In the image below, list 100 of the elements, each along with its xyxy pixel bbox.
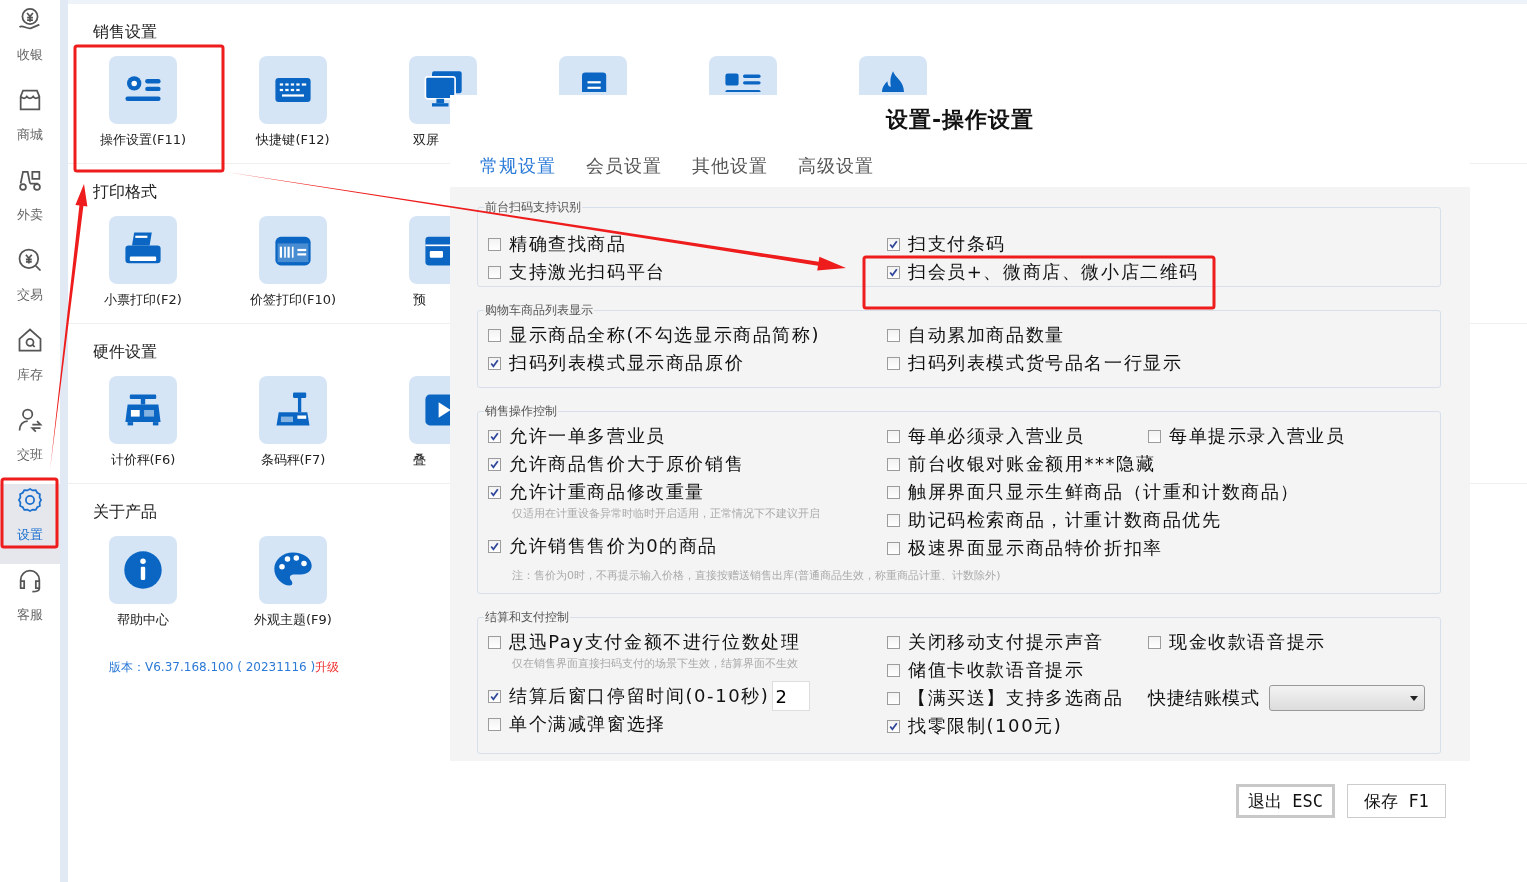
checkbox[interactable] [887,457,900,471]
group-legend: 购物车商品列表显示 [484,302,594,319]
option-label[interactable]: 前台收银对账金额用***隐藏 [908,452,1156,476]
tab[interactable]: 其他设置 [692,153,768,179]
option-label[interactable]: 【满买送】支持多选商品 [908,686,1124,710]
checkbox[interactable] [887,541,900,555]
field-label: 快捷结账模式 [1148,686,1259,710]
option-label[interactable]: 允许一单多营业员 [509,424,666,448]
tile-background[interactable] [109,536,177,604]
option-label[interactable]: 关闭移动支付提示声音 [908,630,1104,654]
input-field[interactable]: 2 [771,681,810,711]
option-label[interactable]: 触屏界面只显示生鲜商品（计重和计数商品） [908,480,1300,504]
option-label[interactable]: 扫会员+、微商店、微小店二维码 [908,260,1200,284]
nav-item[interactable]: 库存 [0,324,60,404]
caret-icon [1410,695,1418,701]
tile-label[interactable]: 价签打印(F10) [249,291,337,309]
checkbox[interactable] [887,485,900,499]
tile-label[interactable]: 快捷键(F12) [256,131,330,149]
dialog-title: 设置-操作设置 [884,106,1036,134]
tab[interactable]: 常规设置 [480,153,556,179]
option-label[interactable]: 每单提示录入营业员 [1169,424,1346,448]
tile-label[interactable]: 小票打印(F2) [104,291,182,309]
tile-label[interactable]: 操作设置(F11) [99,131,187,149]
tile-background[interactable] [259,216,327,284]
dropdown-field[interactable] [1269,685,1425,711]
tile-background[interactable] [109,376,177,444]
checkbox[interactable] [887,663,900,677]
checkbox[interactable] [887,635,900,649]
checkbox[interactable] [488,539,501,553]
yen-search-icon [16,246,44,274]
option-label[interactable]: 现金收款语音提示 [1169,630,1326,654]
tile-label[interactable]: 外观主题(F9) [254,611,332,629]
checkbox[interactable] [887,513,900,527]
option-label[interactable]: 极速界面显示商品特价折扣率 [908,536,1163,560]
option-label[interactable]: 支持激光扫码平台 [509,260,666,284]
checkbox[interactable] [488,485,501,499]
checkbox[interactable] [488,356,501,370]
checkbox[interactable] [488,237,501,251]
checkbox[interactable] [887,265,900,279]
checkbox[interactable] [887,719,900,733]
tile-background[interactable] [109,216,177,284]
checkbox[interactable] [887,237,900,251]
tile-label[interactable]: 预 [413,291,426,309]
checkbox[interactable] [488,689,501,703]
nav-item[interactable]: 商城 [0,84,60,164]
group-legend: 结算和支付控制 [484,609,570,626]
nav-item[interactable]: 客服 [0,564,60,644]
option-label[interactable]: 每单必须录入营业员 [908,424,1085,448]
upgrade-link[interactable]: 升级 [315,660,340,674]
tile-background[interactable] [109,56,177,124]
tab[interactable]: 会员设置 [586,153,662,179]
checkbox[interactable] [488,717,501,731]
tile-label[interactable]: 帮助中心 [117,611,169,629]
nav-item[interactable]: 外卖 [0,164,60,244]
option-label[interactable]: 扫码列表模式显示商品原价 [509,351,745,375]
checkbox[interactable] [887,356,900,370]
option-label[interactable]: 储值卡收款语音提示 [908,658,1085,682]
option-label[interactable]: 允许计重商品修改重量 [509,480,705,504]
checkbox[interactable] [488,265,501,279]
group-legend: 前台扫码支持识别 [484,199,582,216]
dialog-button[interactable]: 退出 ESC [1236,784,1335,818]
checkbox[interactable] [488,457,501,471]
tile-background[interactable] [259,536,327,604]
option-label[interactable]: 允许商品售价大于原价销售 [509,452,745,476]
tile-label[interactable]: 条码秤(F7) [260,451,326,469]
nav-item[interactable]: 收银 [0,4,60,84]
checkbox[interactable] [488,429,501,443]
tile-label[interactable]: 双屏 [413,131,439,149]
option-label[interactable]: 找零限制(100元) [908,714,1063,738]
checkbox[interactable] [887,691,900,705]
checkbox[interactable] [1148,429,1161,443]
checkbox[interactable] [488,328,501,342]
dialog-button[interactable]: 保存 F1 [1347,784,1446,818]
option-label[interactable]: 允许销售售价为0的商品 [509,534,719,558]
tile-label[interactable]: 计价秤(F6) [110,451,176,469]
option-label[interactable]: 自动累加商品数量 [908,323,1065,347]
option-label[interactable]: 扫支付条码 [908,232,1006,256]
hint-text: 仅在销售界面直接扫码支付的场景下生效，结算界面不生效 [511,656,799,672]
nav-item[interactable]: 交易 [0,244,60,324]
option-label[interactable]: 单个满减弹窗选择 [509,712,666,736]
house-search-icon [16,326,44,354]
tile-label[interactable]: 叠 [413,451,426,469]
checkbox[interactable] [887,328,900,342]
option-label[interactable]: 扫码列表模式货号品名一行显示 [908,351,1183,375]
checkbox[interactable] [488,635,501,649]
section-title: 销售设置 [93,22,157,43]
option-label[interactable]: 显示商品全称(不勾选显示商品简称) [509,323,821,347]
highlight-frame [0,477,59,549]
option-label[interactable]: 结算后窗口停留时间(0-10秒) [509,684,770,708]
checkbox[interactable] [1148,635,1161,649]
option-label[interactable]: 助记码检索商品，计重计数商品优先 [908,508,1222,532]
nav-item[interactable]: 交班 [0,404,60,484]
option-label[interactable]: 思迅Pay支付金额不进行位数处理 [509,630,801,654]
section-title: 关于产品 [93,502,157,523]
checkbox[interactable] [887,429,900,443]
tile-background[interactable] [259,56,327,124]
option-label[interactable]: 精确查找商品 [509,232,627,256]
tile-background[interactable] [259,376,327,444]
person-swap-icon [16,406,44,434]
tab[interactable]: 高级设置 [798,153,874,179]
